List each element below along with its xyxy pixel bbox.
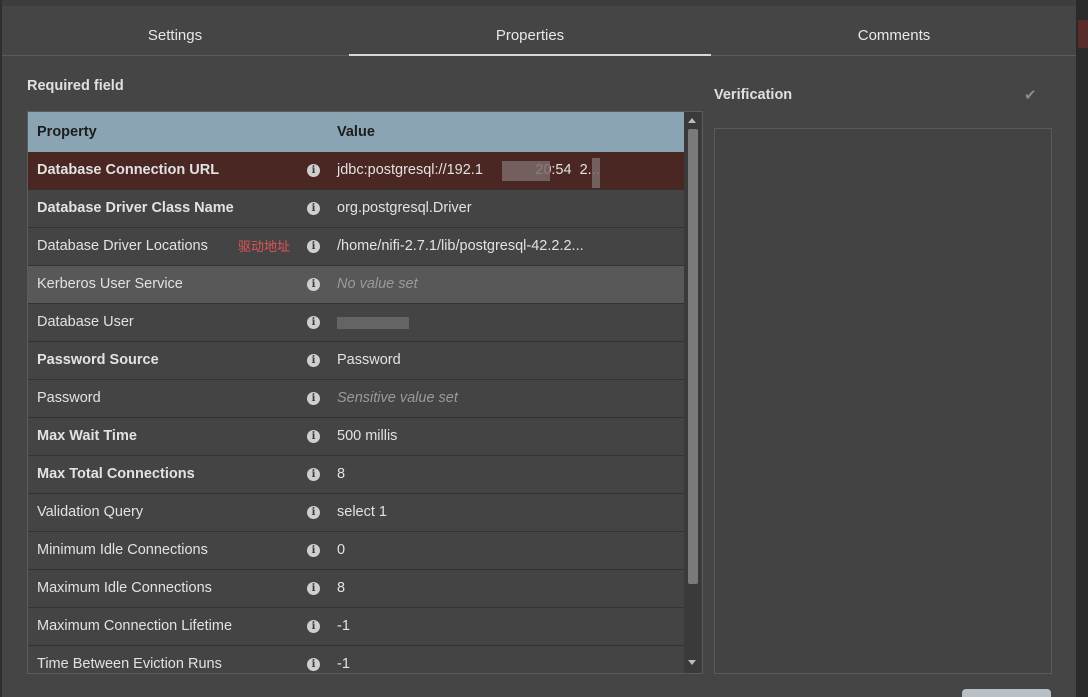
property-value[interactable]: Password (337, 352, 401, 368)
info-icon[interactable]: i (307, 164, 320, 177)
vertical-scrollbar[interactable] (684, 112, 701, 673)
info-icon[interactable]: i (307, 354, 320, 367)
info-icon[interactable]: i (307, 430, 320, 443)
info-icon[interactable]: i (307, 468, 320, 481)
table-header: Property Value (28, 112, 684, 152)
table-row[interactable]: Database Connection URL i jdbc:postgresq… (28, 152, 684, 190)
apply-button[interactable] (962, 689, 1051, 697)
property-name: Maximum Connection Lifetime (37, 618, 233, 634)
dialog-title-bar (2, 0, 1076, 6)
tab-settings[interactable]: Settings (2, 18, 348, 55)
redaction-blur (337, 317, 409, 329)
property-name: Database Driver Locations (37, 238, 208, 254)
configure-dialog: Settings Properties Comments Required fi… (2, 0, 1076, 697)
redaction-blur (502, 161, 550, 181)
properties-table: Property Value Database Connection URL i… (27, 111, 703, 674)
tab-bar: Settings Properties Comments (2, 18, 1076, 56)
property-name: Minimum Idle Connections (37, 542, 208, 558)
table-row[interactable]: Password i Sensitive value set (28, 380, 684, 418)
table-row[interactable]: Kerberos User Service i No value set (28, 266, 684, 304)
background-edge (1076, 0, 1088, 697)
property-value[interactable]: Sensitive value set (337, 390, 458, 406)
property-name: Database Connection URL (37, 162, 220, 178)
property-value[interactable]: 500 millis (337, 428, 397, 444)
property-name: Kerberos User Service (37, 276, 183, 292)
info-icon[interactable]: i (307, 506, 320, 519)
table-row[interactable]: Database Driver Locations 驱动地址 i /home/n… (28, 228, 684, 266)
table-row[interactable]: Minimum Idle Connections i 0 (28, 532, 684, 570)
table-row[interactable]: Max Total Connections i 8 (28, 456, 684, 494)
property-value[interactable]: 8 (337, 466, 345, 482)
info-icon[interactable]: i (307, 658, 320, 671)
property-name: Database Driver Class Name (37, 200, 234, 216)
verification-panel (714, 128, 1052, 674)
tab-comments[interactable]: Comments (712, 18, 1076, 55)
info-icon[interactable]: i (307, 544, 320, 557)
redaction-blur (592, 158, 600, 188)
scroll-up-icon[interactable] (688, 118, 696, 123)
property-value[interactable]: select 1 (337, 504, 387, 520)
table-row[interactable]: Max Wait Time i 500 millis (28, 418, 684, 456)
property-name: Password (37, 390, 101, 406)
property-name: Database User (37, 314, 134, 330)
scrollbar-thumb[interactable] (688, 129, 698, 584)
property-value[interactable]: -1 (337, 618, 350, 634)
property-name: Time Between Eviction Runs (37, 656, 222, 672)
info-icon[interactable]: i (307, 202, 320, 215)
property-name: Password Source (37, 352, 159, 368)
info-icon[interactable]: i (307, 582, 320, 595)
verification-title: Verification (714, 87, 793, 103)
table-row[interactable]: Maximum Connection Lifetime i -1 (28, 608, 684, 646)
info-icon[interactable]: i (307, 316, 320, 329)
property-value[interactable]: org.postgresql.Driver (337, 200, 472, 216)
info-icon[interactable]: i (307, 278, 320, 291)
property-value[interactable]: 0 (337, 542, 345, 558)
property-value[interactable]: -1 (337, 656, 350, 672)
property-value[interactable]: jdbc:postgresql://192.1 20:54 2... (337, 162, 600, 178)
property-value[interactable]: No value set (337, 276, 418, 292)
table-row[interactable]: Time Between Eviction Runs i -1 (28, 646, 684, 673)
info-icon[interactable]: i (307, 240, 320, 253)
table-row[interactable]: Database User i (28, 304, 684, 342)
background-marker (1078, 20, 1088, 48)
property-name: Max Total Connections (37, 466, 195, 482)
table-row[interactable]: Maximum Idle Connections i 8 (28, 570, 684, 608)
table-row[interactable]: Password Source i Password (28, 342, 684, 380)
checkmark-icon[interactable]: ✔ (1024, 86, 1037, 104)
info-icon[interactable]: i (307, 392, 320, 405)
property-name: Max Wait Time (37, 428, 137, 444)
info-icon[interactable]: i (307, 620, 320, 633)
tab-properties[interactable]: Properties (349, 18, 711, 56)
property-name: Maximum Idle Connections (37, 580, 212, 596)
annotation-note: 驱动地址 (238, 239, 291, 254)
table-rows: Database Connection URL i jdbc:postgresq… (28, 152, 684, 673)
header-property[interactable]: Property (37, 124, 97, 140)
header-value[interactable]: Value (337, 124, 375, 140)
scroll-down-icon[interactable] (688, 660, 696, 665)
property-value[interactable]: /home/nifi-2.7.1/lib/postgresql-42.2.2..… (337, 238, 584, 254)
property-name: Validation Query (37, 504, 144, 520)
table-row[interactable]: Validation Query i select 1 (28, 494, 684, 532)
required-field-label: Required field (27, 78, 124, 94)
property-value[interactable]: 8 (337, 580, 345, 596)
table-row[interactable]: Database Driver Class Name i org.postgre… (28, 190, 684, 228)
